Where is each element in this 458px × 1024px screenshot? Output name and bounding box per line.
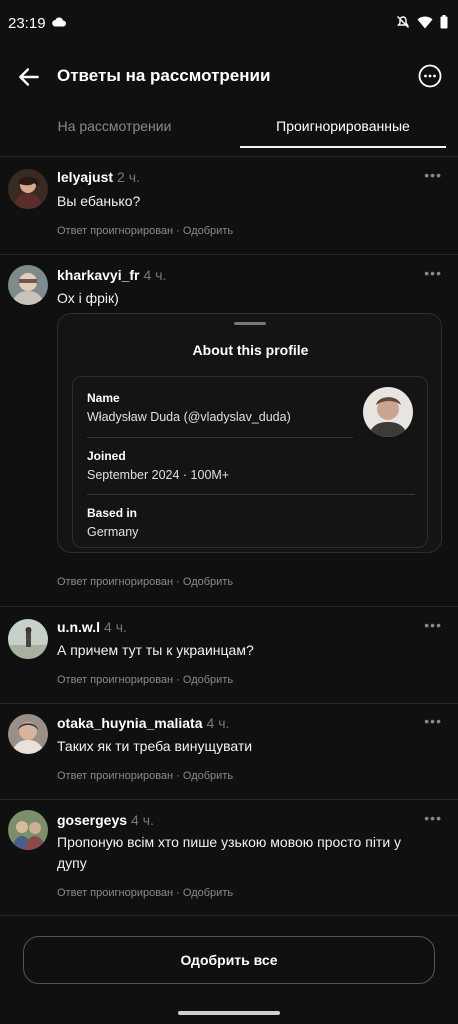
profile-photo xyxy=(363,387,413,437)
card-title: About this profile xyxy=(192,342,309,358)
ignored-label: Ответ проигнорирован xyxy=(57,770,174,782)
bottom-action-bar: Одобрить все xyxy=(0,915,458,1024)
wifi-icon xyxy=(417,16,433,28)
tab-ignored[interactable]: Проигнорированные xyxy=(240,104,446,148)
comment-time: 4 ч. xyxy=(104,619,127,635)
comment-time: 2 ч. xyxy=(117,169,140,185)
ignored-label: Ответ проигнорирован xyxy=(57,674,174,686)
comment-options-icon[interactable]: ••• xyxy=(424,810,442,826)
comment-time: 4 ч. xyxy=(131,812,154,828)
comment-text: Таких як ти треба винущувати xyxy=(57,738,253,754)
about-profile-card[interactable]: About this profile Name Władysław Duda (… xyxy=(57,313,442,553)
comment-time: 4 ч. xyxy=(143,267,167,283)
ignored-label: Ответ проигнорирован xyxy=(57,576,174,588)
comment-status: Ответ проигнорирован · Одобрить xyxy=(57,225,234,237)
username[interactable]: kharkavyi_fr xyxy=(57,267,140,283)
comment-item: otaka_huynia_maliata 4 ч. ••• Таких як ти… xyxy=(0,703,458,799)
approve-all-button[interactable]: Одобрить все xyxy=(23,936,435,984)
comment-header: lelyajust 2 ч. xyxy=(57,169,140,185)
comment-text: Ох і фрік) xyxy=(57,290,119,306)
ignored-label: Ответ проигнорирован xyxy=(57,225,174,237)
tab-bar: На рассмотрении Проигнорированные xyxy=(0,104,458,148)
battery-icon xyxy=(440,15,448,29)
comment-item: gosergeys 4 ч. ••• Пропоную всім хто пише… xyxy=(0,799,458,915)
name-value: Władysław Duda (@vladyslav_duda) xyxy=(87,410,291,424)
status-icons xyxy=(396,15,448,29)
sheet-handle xyxy=(234,322,266,325)
username[interactable]: otaka_huynia_maliata xyxy=(57,715,203,731)
approve-link[interactable]: Одобрить xyxy=(183,225,233,237)
divider xyxy=(87,437,353,438)
active-tab-indicator xyxy=(240,146,446,148)
joined-label: Joined xyxy=(87,449,126,463)
based-in-value: Germany xyxy=(87,525,139,539)
comment-options-icon[interactable]: ••• xyxy=(424,617,442,633)
comment-status: Ответ проигнорирован · Одобрить xyxy=(57,674,234,686)
comment-text: Пропоную всім хто пише узькою мовою прос… xyxy=(57,834,402,871)
username[interactable]: gosergeys xyxy=(57,812,127,828)
comment-header: kharkavyi_fr 4 ч. xyxy=(57,267,166,283)
comment-text: А причем тут ты к украинцам? xyxy=(57,642,254,658)
joined-value: September 2024 · 100M+ xyxy=(87,468,230,482)
comment-options-icon[interactable]: ••• xyxy=(424,713,442,729)
mute-icon xyxy=(397,16,409,28)
comment-options-icon[interactable]: ••• xyxy=(424,265,442,281)
comment-header: u.n.w.l 4 ч. xyxy=(57,619,127,635)
home-indicator[interactable] xyxy=(178,1011,280,1015)
comment-status: Ответ проигнорирован · Одобрить xyxy=(57,887,234,899)
comment-header: gosergeys 4 ч. xyxy=(57,812,154,828)
approve-link[interactable]: Одобрить xyxy=(183,770,233,782)
tab-pending[interactable]: На рассмотрении xyxy=(0,104,229,148)
approve-link[interactable]: Одобрить xyxy=(183,576,233,588)
avatar[interactable] xyxy=(8,619,48,659)
more-options-icon[interactable] xyxy=(418,64,442,88)
username[interactable]: lelyajust xyxy=(57,169,113,185)
comment-options-icon[interactable]: ••• xyxy=(424,167,442,183)
based-in-label: Based in xyxy=(87,506,138,520)
avatar[interactable] xyxy=(8,714,48,754)
comment-text: Вы ебанько? xyxy=(57,193,141,209)
status-bar: 23:19 xyxy=(0,0,458,50)
username[interactable]: u.n.w.l xyxy=(57,619,100,635)
top-app-bar: Ответы на рассмотрении xyxy=(0,50,458,102)
divider xyxy=(87,494,415,495)
status-time: 23:19 xyxy=(8,15,46,32)
page-title: Ответы на рассмотрении xyxy=(57,66,271,85)
profile-details: Name Władysław Duda (@vladyslav_duda) Jo… xyxy=(72,376,428,548)
ignored-label: Ответ проигнорирован xyxy=(57,887,174,899)
avatar[interactable] xyxy=(8,265,48,305)
comment-item: u.n.w.l 4 ч. ••• А причем тут ты к украин… xyxy=(0,606,458,703)
comment-time: 4 ч. xyxy=(206,715,230,731)
approve-link[interactable]: Одобрить xyxy=(183,887,233,899)
avatar[interactable] xyxy=(8,169,48,209)
comment-item: lelyajust 2 ч. ••• Вы ебанько? Ответ прои… xyxy=(0,156,458,254)
name-label: Name xyxy=(87,391,120,405)
avatar[interactable] xyxy=(8,810,48,850)
comment-status: Ответ проигнорирован · Одобрить xyxy=(57,770,234,782)
cloud-icon xyxy=(52,17,66,27)
approve-link[interactable]: Одобрить xyxy=(183,674,233,686)
back-arrow-icon[interactable] xyxy=(16,64,42,90)
comment-status: Ответ проигнорирован · Одобрить xyxy=(57,576,234,588)
comment-header: otaka_huynia_maliata 4 ч. xyxy=(57,715,229,731)
